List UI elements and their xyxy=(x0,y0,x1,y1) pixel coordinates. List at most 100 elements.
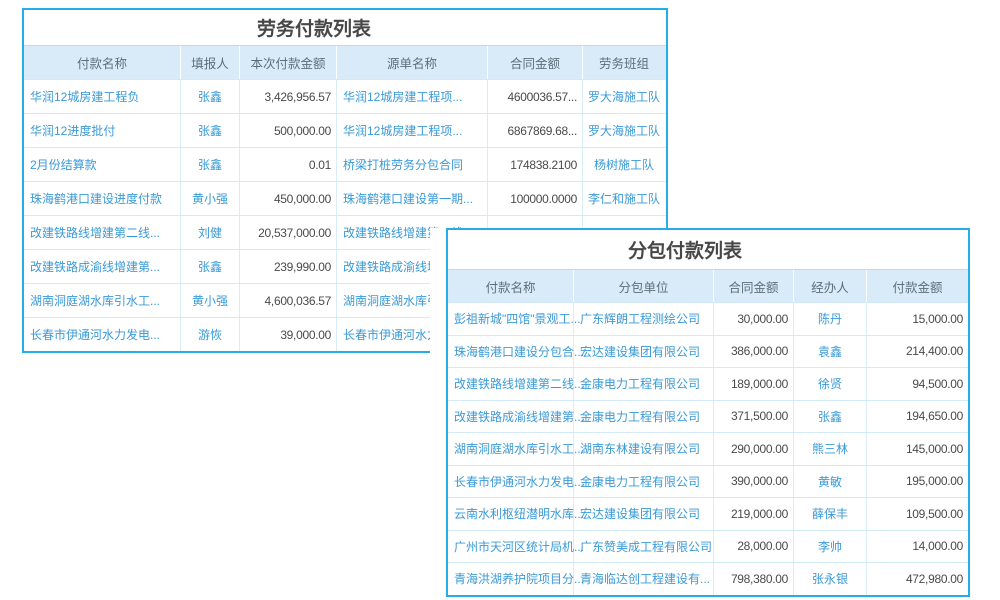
value-cell: 371,500.00 xyxy=(714,401,794,433)
link-cell[interactable]: 金康电力工程有限公司 xyxy=(574,368,714,400)
link-cell[interactable]: 湖南洞庭湖水库引水工... xyxy=(24,284,181,317)
column-header: 合同金额 xyxy=(488,46,583,79)
link-cell[interactable]: 张鑫 xyxy=(181,250,240,283)
value-cell: 4600036.57... xyxy=(488,80,583,113)
subcontract-payment-table: 分包付款列表 付款名称分包单位合同金额经办人付款金额 彭祖新城"四馆"景观工..… xyxy=(446,228,970,597)
link-cell[interactable]: 李帅 xyxy=(794,531,867,563)
link-cell[interactable]: 黄小强 xyxy=(181,182,240,215)
labor-table-header-row: 付款名称填报人本次付款金额源单名称合同金额劳务班组 xyxy=(24,45,666,79)
value-cell: 194,650.00 xyxy=(867,401,968,433)
value-cell: 14,000.00 xyxy=(867,531,968,563)
link-cell[interactable]: 金康电力工程有限公司 xyxy=(574,466,714,498)
link-cell[interactable]: 广东赞美成工程有限公司 xyxy=(574,531,714,563)
link-cell[interactable]: 袁鑫 xyxy=(794,336,867,368)
link-cell[interactable]: 游恢 xyxy=(181,318,240,351)
link-cell[interactable]: 改建铁路成渝线增建第... xyxy=(24,250,181,283)
value-cell: 290,000.00 xyxy=(714,433,794,465)
value-cell: 450,000.00 xyxy=(240,182,337,215)
value-cell: 189,000.00 xyxy=(714,368,794,400)
link-cell[interactable]: 金康电力工程有限公司 xyxy=(574,401,714,433)
link-cell[interactable]: 广州市天河区统计局机... xyxy=(448,531,574,563)
table-row: 珠海鹤港口建设分包合...宏达建设集团有限公司386,000.00袁鑫214,4… xyxy=(448,335,968,368)
link-cell[interactable]: 张鑫 xyxy=(181,148,240,181)
link-cell[interactable]: 彭祖新城"四馆"景观工... xyxy=(448,303,574,335)
table-row: 青海洪湖养护院项目分...青海临达创工程建设有...798,380.00张永银4… xyxy=(448,562,968,595)
link-cell[interactable]: 华润12城房建工程负 xyxy=(24,80,181,113)
link-cell[interactable]: 薛保丰 xyxy=(794,498,867,530)
column-header: 劳务班组 xyxy=(583,46,665,79)
link-cell[interactable]: 湖南洞庭湖水库引水工... xyxy=(448,433,574,465)
link-cell[interactable]: 李仁和施工队 xyxy=(583,182,665,215)
value-cell: 94,500.00 xyxy=(867,368,968,400)
link-cell[interactable]: 宏达建设集团有限公司 xyxy=(574,336,714,368)
value-cell: 214,400.00 xyxy=(867,336,968,368)
table-row: 华润12进度批付张鑫500,000.00华润12城房建工程项...6867869… xyxy=(24,113,666,147)
column-header: 经办人 xyxy=(794,270,867,302)
value-cell: 219,000.00 xyxy=(714,498,794,530)
link-cell[interactable]: 青海临达创工程建设有... xyxy=(574,563,714,595)
link-cell[interactable]: 华润12进度批付 xyxy=(24,114,181,147)
link-cell[interactable]: 黄敏 xyxy=(794,466,867,498)
value-cell: 386,000.00 xyxy=(714,336,794,368)
link-cell[interactable]: 华润12城房建工程项... xyxy=(337,114,488,147)
link-cell[interactable]: 广东辉朗工程测绘公司 xyxy=(574,303,714,335)
table-row: 改建铁路线增建第二线...金康电力工程有限公司189,000.00徐贤94,50… xyxy=(448,367,968,400)
table-row: 长春市伊通河水力发电...金康电力工程有限公司390,000.00黄敏195,0… xyxy=(448,465,968,498)
link-cell[interactable]: 改建铁路线增建第二线... xyxy=(24,216,181,249)
link-cell[interactable]: 张鑫 xyxy=(181,114,240,147)
link-cell[interactable]: 改建铁路线增建第二线... xyxy=(448,368,574,400)
link-cell[interactable]: 宏达建设集团有限公司 xyxy=(574,498,714,530)
link-cell[interactable]: 珠海鹤港口建设第一期... xyxy=(337,182,488,215)
link-cell[interactable]: 张鑫 xyxy=(794,401,867,433)
link-cell[interactable]: 杨树施工队 xyxy=(583,148,665,181)
link-cell[interactable]: 青海洪湖养护院项目分... xyxy=(448,563,574,595)
column-header: 付款名称 xyxy=(448,270,574,302)
table-row: 湖南洞庭湖水库引水工...湖南东林建设有限公司290,000.00熊三林145,… xyxy=(448,432,968,465)
subcontract-table-title: 分包付款列表 xyxy=(448,230,968,269)
link-cell[interactable]: 张永银 xyxy=(794,563,867,595)
value-cell: 145,000.00 xyxy=(867,433,968,465)
link-cell[interactable]: 珠海鹤港口建设进度付款 xyxy=(24,182,181,215)
column-header: 付款名称 xyxy=(24,46,181,79)
link-cell[interactable]: 黄小强 xyxy=(181,284,240,317)
value-cell: 0.01 xyxy=(240,148,337,181)
value-cell: 4,600,036.57 xyxy=(240,284,337,317)
labor-table-title: 劳务付款列表 xyxy=(24,10,666,45)
value-cell: 109,500.00 xyxy=(867,498,968,530)
table-row: 彭祖新城"四馆"景观工...广东辉朗工程测绘公司30,000.00陈丹15,00… xyxy=(448,302,968,335)
column-header: 填报人 xyxy=(181,46,240,79)
link-cell[interactable]: 张鑫 xyxy=(181,80,240,113)
column-header: 合同金额 xyxy=(714,270,794,302)
link-cell[interactable]: 陈丹 xyxy=(794,303,867,335)
link-cell[interactable]: 长春市伊通河水力发电... xyxy=(24,318,181,351)
link-cell[interactable]: 珠海鹤港口建设分包合... xyxy=(448,336,574,368)
link-cell[interactable]: 云南水利枢纽潜明水库... xyxy=(448,498,574,530)
link-cell[interactable]: 2月份结算款 xyxy=(24,148,181,181)
value-cell: 6867869.68... xyxy=(488,114,583,147)
link-cell[interactable]: 桥梁打桩劳务分包合同 xyxy=(337,148,488,181)
link-cell[interactable]: 刘健 xyxy=(181,216,240,249)
link-cell[interactable]: 改建铁路成渝线增建第... xyxy=(448,401,574,433)
value-cell: 100000.0000 xyxy=(488,182,583,215)
table-row: 珠海鹤港口建设进度付款黄小强450,000.00珠海鹤港口建设第一期...100… xyxy=(24,181,666,215)
link-cell[interactable]: 罗大海施工队 xyxy=(583,114,665,147)
table-row: 改建铁路成渝线增建第...金康电力工程有限公司371,500.00张鑫194,6… xyxy=(448,400,968,433)
value-cell: 3,426,956.57 xyxy=(240,80,337,113)
link-cell[interactable]: 湖南东林建设有限公司 xyxy=(574,433,714,465)
value-cell: 28,000.00 xyxy=(714,531,794,563)
column-header: 源单名称 xyxy=(337,46,488,79)
link-cell[interactable]: 长春市伊通河水力发电... xyxy=(448,466,574,498)
link-cell[interactable]: 华润12城房建工程项... xyxy=(337,80,488,113)
table-row: 2月份结算款张鑫0.01桥梁打桩劳务分包合同174838.2100杨树施工队 xyxy=(24,147,666,181)
value-cell: 20,537,000.00 xyxy=(240,216,337,249)
value-cell: 798,380.00 xyxy=(714,563,794,595)
value-cell: 174838.2100 xyxy=(488,148,583,181)
value-cell: 195,000.00 xyxy=(867,466,968,498)
value-cell: 472,980.00 xyxy=(867,563,968,595)
link-cell[interactable]: 罗大海施工队 xyxy=(583,80,665,113)
value-cell: 39,000.00 xyxy=(240,318,337,351)
column-header: 本次付款金额 xyxy=(240,46,337,79)
link-cell[interactable]: 熊三林 xyxy=(794,433,867,465)
link-cell[interactable]: 徐贤 xyxy=(794,368,867,400)
value-cell: 15,000.00 xyxy=(867,303,968,335)
